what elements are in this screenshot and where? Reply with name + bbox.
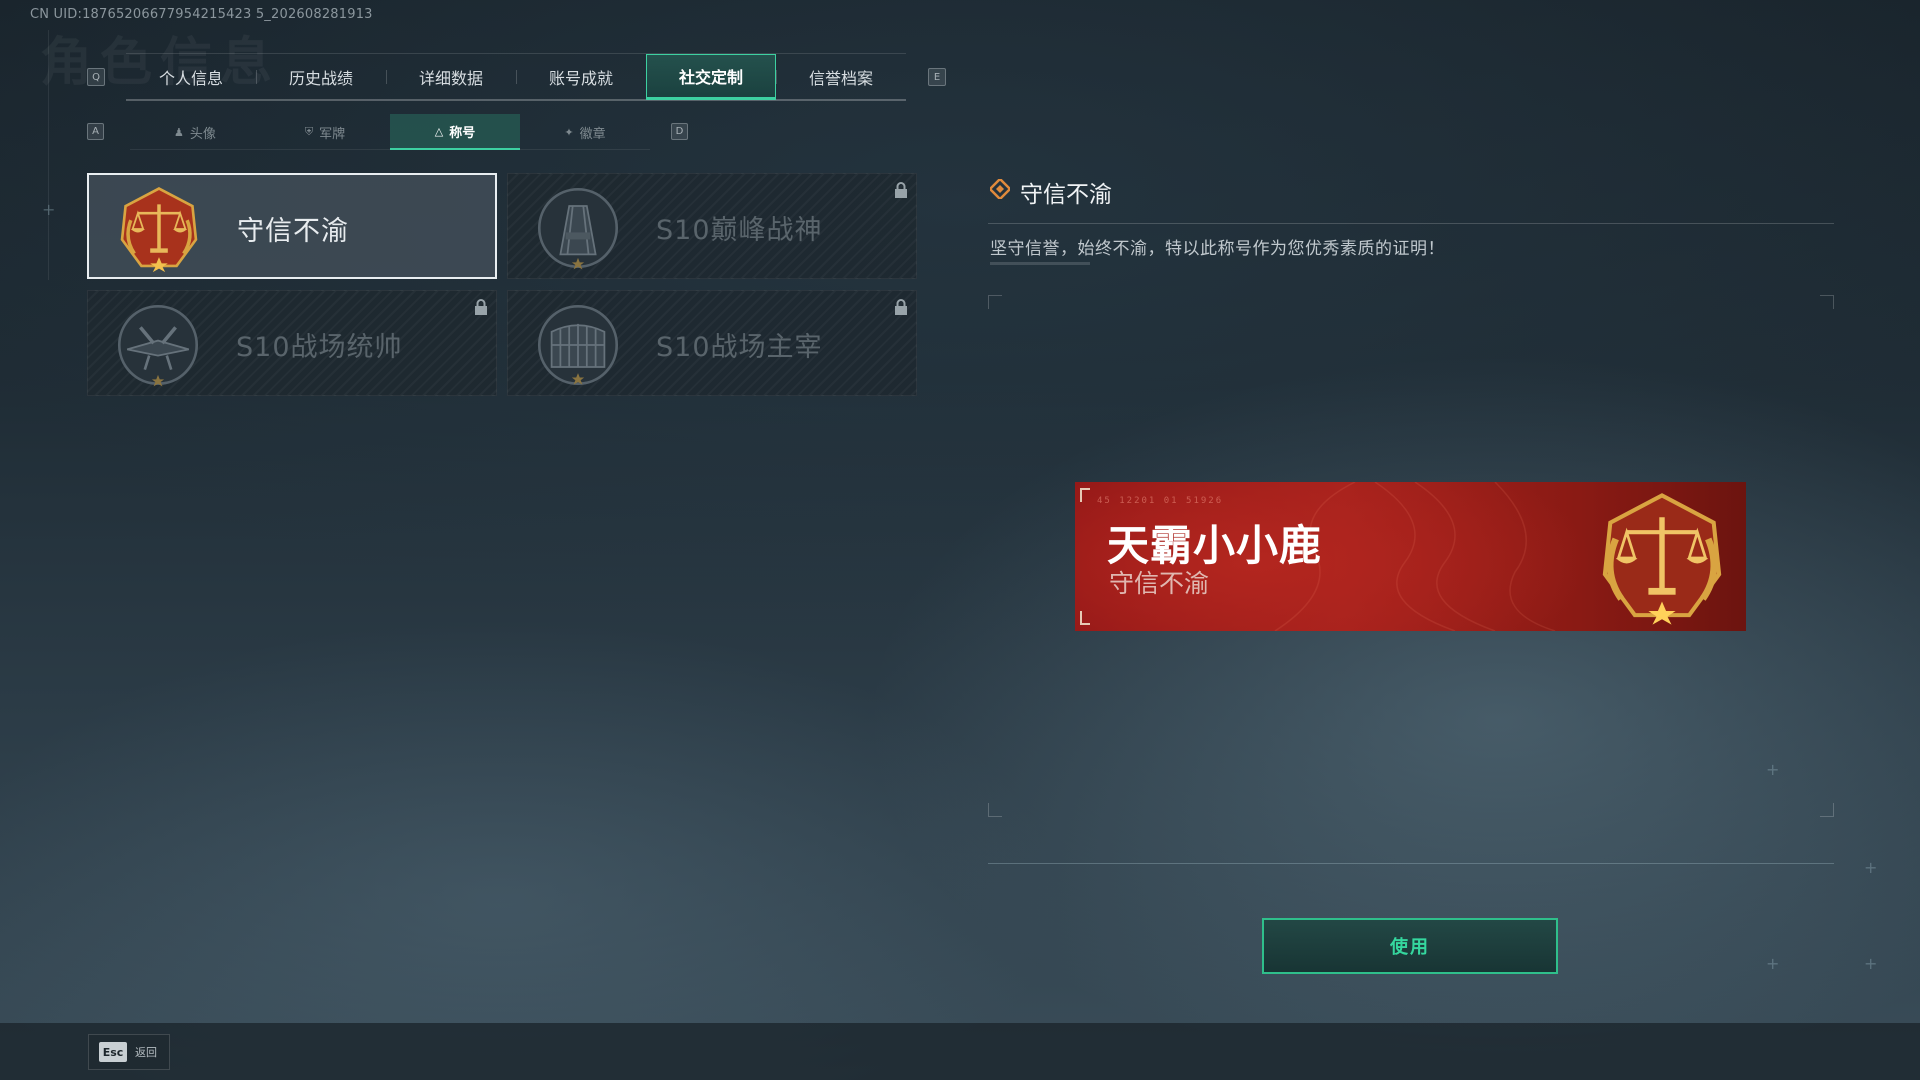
bottom-divider [988,863,1834,864]
subtab-avatar[interactable]: ♟ 头像 [130,114,260,150]
title-card-label: 守信不渝 [237,216,349,247]
detail-description: 坚守信誉，始终不渝，特以此称号作为您优秀素质的证明！ [990,239,1445,259]
title-card-label: S10巅峰战神 [656,215,823,246]
tab-label: 信誉档案 [808,69,873,88]
banner-code: 45 12201 01 51926 [1097,496,1224,506]
title-card-label: S10战场统帅 [236,332,403,363]
use-button[interactable]: 使用 [1262,918,1558,974]
main-tab-next-key[interactable]: E [928,68,946,86]
frame-corner [988,295,1002,309]
main-tabs: 个人信息 历史战绩 详细数据 账号成就 社交定制 信誉档案 [126,53,906,101]
banner-title: 守信不渝 [1109,569,1210,598]
sub-tabs: ♟ 头像 ⛨ 军牌 △ 称号 ✦ 徽章 [130,114,650,150]
tab-credit-record[interactable]: 信誉档案 [776,54,906,100]
esc-key: Esc [99,1042,127,1062]
tab-detailed-data[interactable]: 详细数据 [386,54,516,100]
frame-corner [1820,295,1834,309]
colosseum-icon [537,304,619,386]
deco-plus: + [1766,760,1780,779]
sub-tab-prev-key[interactable]: A [87,123,104,140]
deco-plus: + [1864,858,1878,877]
subtab-title[interactable]: △ 称号 [390,114,520,150]
title-card-selected[interactable]: 守信不渝 [87,173,497,279]
title-card-label: S10战场主宰 [656,332,823,363]
title-banner-preview: 45 12201 01 51926 天霸小小鹿 守信不渝 [1075,482,1746,631]
detail-divider [988,223,1834,224]
subtab-label: 徽章 [579,126,606,142]
tab-label: 账号成就 [548,69,613,88]
tab-label: 社交定制 [678,68,743,87]
banner-bracket [1080,488,1090,502]
subtab-label: 称号 [449,125,476,141]
tab-personal-info[interactable]: 个人信息 [126,54,256,100]
banner-bracket [1080,611,1090,625]
tab-social-customization[interactable]: 社交定制 [646,54,776,100]
title-icon: △ [434,124,444,138]
tab-achievements[interactable]: 账号成就 [516,54,646,100]
lock-icon [895,182,907,198]
aircraft-icon [117,304,199,387]
title-card-locked[interactable]: S10战场主宰 [507,290,917,396]
subtab-badge[interactable]: ✦ 徽章 [520,114,650,150]
tab-match-history[interactable]: 历史战绩 [256,54,386,100]
back-button[interactable]: Esc 返回 [88,1034,170,1070]
frame-corner [988,803,1002,817]
scales-icon [120,187,198,273]
back-label: 返回 [135,1046,157,1059]
tab-label: 个人信息 [158,69,223,88]
detail-accent-bar [990,262,1090,265]
badge-icon: ✦ [564,125,574,139]
diamond-icon [990,179,1010,199]
frame-corner [1820,803,1834,817]
title-card-locked[interactable]: S10巅峰战神 [507,173,917,279]
subtab-dogtag[interactable]: ⛨ 军牌 [260,114,390,150]
title-card-locked[interactable]: S10战场统帅 [87,290,497,396]
lock-icon [475,299,487,315]
subtab-label: 头像 [189,126,216,142]
deco-plus: + [42,200,56,219]
tab-label: 历史战绩 [288,69,353,88]
detail-title: 守信不渝 [1020,182,1112,208]
dogtag-icon: ⛨ [304,125,314,138]
sub-tab-next-key[interactable]: D [671,123,688,140]
person-icon: ♟ [174,125,184,139]
left-rail-divider [48,30,49,280]
deco-plus: + [1766,954,1780,973]
subtab-label: 军牌 [319,126,346,142]
tab-label: 详细数据 [418,69,483,88]
tower-icon [537,187,619,270]
scales-icon [1602,493,1722,625]
footer-bar [0,1023,1920,1080]
deco-plus: + [1864,954,1878,973]
main-tab-prev-key[interactable]: Q [87,68,105,86]
lock-icon [895,299,907,315]
